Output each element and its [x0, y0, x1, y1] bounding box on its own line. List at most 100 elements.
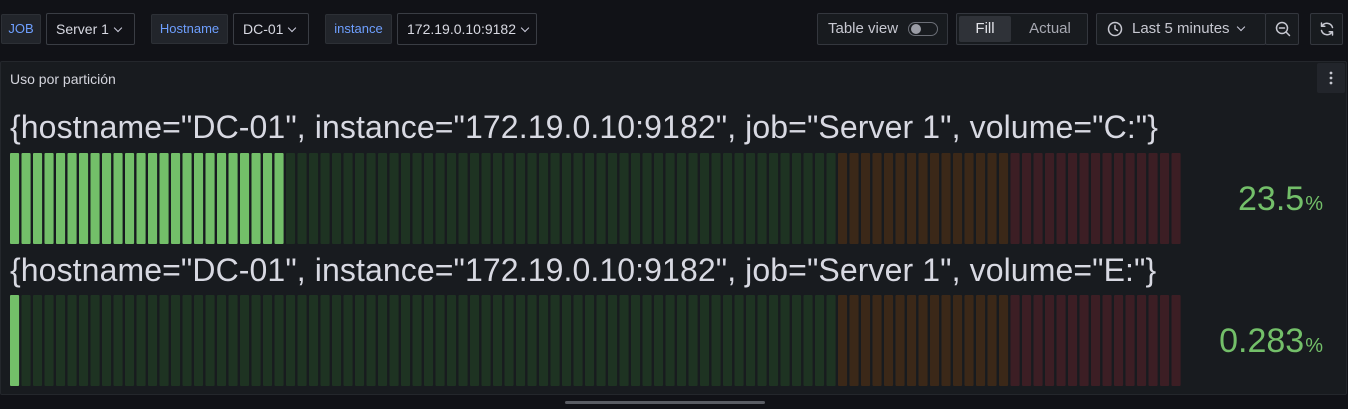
gauge-cell-unlit: [297, 295, 307, 386]
gauge-cell-unlit: [447, 153, 457, 244]
gauge-cell-unlit: [1056, 295, 1066, 386]
gauge-cell-unlit: [631, 295, 641, 386]
gauge-cell-unlit: [826, 153, 836, 244]
gauge-cell-lit: [67, 153, 77, 244]
gauge-value-unit: %: [1305, 335, 1323, 357]
panel-title: Uso por partición: [10, 71, 116, 87]
gauge-cell-unlit: [171, 295, 181, 386]
gauge-cell-unlit: [527, 295, 537, 386]
gauge-cell-unlit: [297, 153, 307, 244]
fill-actual-switch: Fill Actual: [956, 13, 1088, 45]
gauge-cell-unlit: [343, 295, 353, 386]
gauge-cell-unlit: [654, 153, 664, 244]
gauge-cell-unlit: [320, 153, 330, 244]
gauge-cell-lit: [10, 295, 20, 386]
gauge-cell-unlit: [1033, 295, 1043, 386]
gauge-cell-unlit: [803, 295, 813, 386]
gauge-cell-lit: [21, 153, 31, 244]
gauge-cell-unlit: [1160, 295, 1170, 386]
gauge-cell-unlit: [1125, 153, 1135, 244]
gauge-cell-unlit: [642, 295, 652, 386]
gauge-cell-unlit: [596, 153, 606, 244]
gauge-cell-lit: [251, 153, 261, 244]
gauge-cell-unlit: [780, 153, 790, 244]
gauge-cell-unlit: [309, 295, 319, 386]
gauge-cell-lit: [194, 153, 204, 244]
gauge-cell-unlit: [631, 153, 641, 244]
gauge-cell-unlit: [516, 153, 526, 244]
gauge-cell-unlit: [527, 153, 537, 244]
gauge-cell-unlit: [286, 153, 296, 244]
gauge-cell-unlit: [550, 295, 560, 386]
gauge-cell-unlit: [654, 295, 664, 386]
gauge-cell-unlit: [79, 295, 89, 386]
gauge-cell-unlit: [608, 153, 618, 244]
gauge-cell-unlit: [309, 153, 319, 244]
gauge-cell-unlit: [1045, 153, 1055, 244]
gauge-cell-unlit: [1102, 153, 1112, 244]
gauge-cell-unlit: [677, 295, 687, 386]
gauge-bar-c: [10, 153, 1181, 244]
gauge-cell-unlit: [872, 295, 882, 386]
gauge-value-number: 0.283: [1219, 322, 1305, 360]
gauge-cell-lit: [79, 153, 89, 244]
gauge-cell-unlit: [217, 295, 227, 386]
gauge-cell-unlit: [665, 153, 675, 244]
gauge-cell-unlit: [1148, 153, 1158, 244]
gauge-series-label-c: {hostname="DC-01", instance="172.19.0.10…: [10, 109, 1159, 145]
gauge-cell-unlit: [746, 295, 756, 386]
gauge-cell-unlit: [458, 295, 468, 386]
variable-select-instance[interactable]: 172.19.0.10:9182: [397, 13, 537, 45]
gauge-cell-lit: [33, 153, 43, 244]
gauge-cell-unlit: [56, 295, 66, 386]
gauge-cell-unlit: [1068, 295, 1078, 386]
gauge-cell-unlit: [941, 295, 951, 386]
gauge-cell-unlit: [332, 295, 342, 386]
actual-option[interactable]: Actual: [1015, 16, 1085, 42]
gauge-cell-lit: [182, 153, 192, 244]
gauge-cell-unlit: [1160, 153, 1170, 244]
zoom-out-button[interactable]: [1265, 13, 1299, 45]
gauge-cell-unlit: [953, 153, 963, 244]
gauge-cell-unlit: [1068, 153, 1078, 244]
dashboard-toolbar: JOB Server 1 Hostname DC-01 instance 172…: [0, 0, 1348, 60]
gauge-cell-lit: [113, 153, 123, 244]
gauge-cell-lit: [217, 153, 227, 244]
variable-select-job[interactable]: Server 1: [46, 13, 135, 45]
gauge-cell-unlit: [884, 295, 894, 386]
refresh-button[interactable]: [1310, 13, 1343, 45]
gauge-cell-unlit: [412, 295, 422, 386]
variable-label-hostname: Hostname: [151, 14, 228, 44]
gauge-cell-lit: [159, 153, 169, 244]
gauge-cell-unlit: [711, 295, 721, 386]
table-view-toggle[interactable]: Table view: [817, 13, 948, 45]
gauge-bar-e: [10, 295, 1181, 386]
gauge-cell-lit: [44, 153, 54, 244]
gauge-cell-unlit: [987, 295, 997, 386]
gauge-cell-unlit: [918, 295, 928, 386]
gauge-cell-unlit: [205, 295, 215, 386]
toggle-switch[interactable]: [908, 22, 938, 36]
panel-menu-button[interactable]: [1317, 63, 1345, 93]
chevron-down-icon: [288, 23, 297, 33]
gauge-cell-unlit: [757, 295, 767, 386]
gauge-cell-unlit: [470, 153, 480, 244]
gauge-cell-unlit: [33, 295, 43, 386]
chevron-down-icon: [520, 23, 530, 33]
time-range-picker[interactable]: Last 5 minutes: [1096, 13, 1266, 45]
panel-resize-handle[interactable]: [565, 401, 765, 404]
fill-option[interactable]: Fill: [959, 16, 1011, 42]
gauge-cell-unlit: [723, 295, 733, 386]
gauge-cell-unlit: [1102, 295, 1112, 386]
variable-select-hostname[interactable]: DC-01: [233, 13, 309, 45]
gauge-cell-unlit: [711, 153, 721, 244]
gauge-cell-lit: [240, 153, 250, 244]
gauge-cell-unlit: [389, 295, 399, 386]
chevron-down-icon: [1236, 22, 1246, 32]
gauge-cell-unlit: [826, 295, 836, 386]
gauge-cell-unlit: [182, 295, 192, 386]
gauge-cell-lit: [228, 153, 238, 244]
gauge-cell-unlit: [677, 153, 687, 244]
gauge-cell-unlit: [355, 295, 365, 386]
zoom-out-icon: [1275, 21, 1291, 37]
